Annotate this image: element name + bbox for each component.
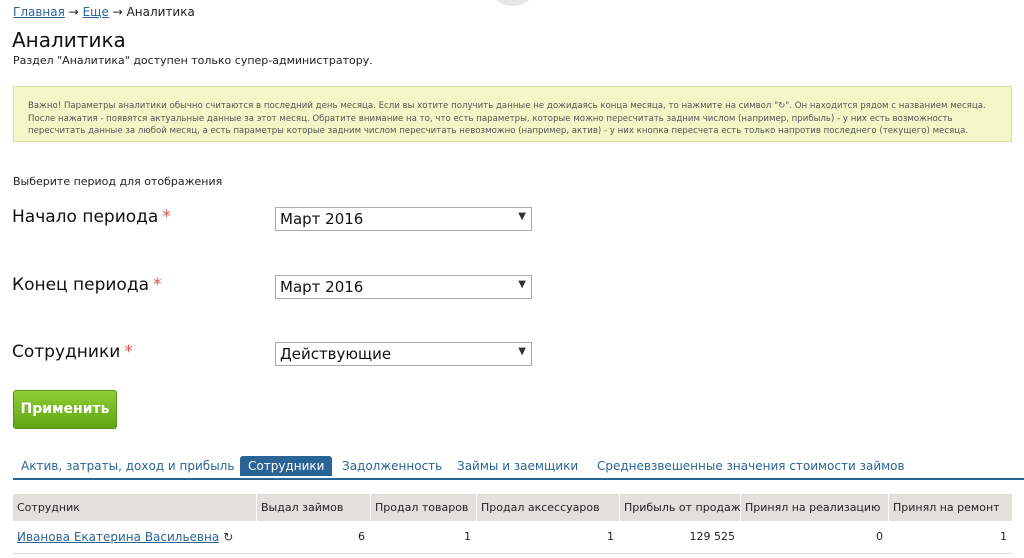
end-period-select[interactable]: Март 2016 ▼ bbox=[275, 275, 532, 299]
chevron-down-icon: ▼ bbox=[518, 346, 526, 357]
chevron-down-icon: ▼ bbox=[518, 211, 526, 222]
end-period-label-text: Конец периода bbox=[12, 275, 150, 295]
required-mark: * bbox=[124, 342, 133, 362]
info-notice: Важно! Параметры аналитики обычно считаю… bbox=[13, 86, 1012, 142]
start-period-label: Начало периода * bbox=[12, 207, 171, 227]
breadcrumb-home-link[interactable]: Главная bbox=[13, 5, 65, 19]
tab-employees[interactable]: Сотрудники bbox=[240, 456, 333, 476]
start-period-label-text: Начало периода bbox=[12, 207, 159, 227]
column-header-repair[interactable]: Принял на ремонт bbox=[888, 494, 1012, 521]
employee-link[interactable]: Иванова Екатерина Васильевна bbox=[17, 530, 219, 544]
cell-goods: 1 bbox=[464, 530, 471, 543]
staff-label: Сотрудники * bbox=[12, 342, 133, 362]
breadcrumb-separator: → bbox=[68, 5, 79, 19]
column-header-loans[interactable]: Выдал займов bbox=[256, 494, 370, 521]
column-header-employee[interactable]: Сотрудник bbox=[13, 494, 256, 521]
required-mark: * bbox=[162, 207, 171, 227]
page-subtitle: Раздел "Аналитика" доступен только супер… bbox=[13, 54, 373, 67]
column-header-profit[interactable]: Прибыль от продаж bbox=[619, 494, 741, 521]
cell-consignment: 0 bbox=[876, 530, 883, 543]
table-header: Сотрудник Выдал займов Продал товаров Пр… bbox=[13, 494, 1012, 521]
cell-profit: 129 525 bbox=[689, 530, 736, 543]
breadcrumb-separator: → bbox=[112, 5, 123, 19]
staff-label-text: Сотрудники bbox=[12, 342, 121, 362]
tab-loans-borrowers[interactable]: Займы и заемщики bbox=[449, 456, 586, 476]
cell-repair: 1 bbox=[1000, 530, 1007, 543]
tab-debt[interactable]: Задолженность bbox=[334, 456, 450, 476]
breadcrumb: Главная → Еще → Аналитика bbox=[13, 5, 195, 19]
start-period-select[interactable]: Март 2016 ▼ bbox=[275, 207, 532, 231]
period-hint: Выберите период для отображения bbox=[13, 175, 223, 188]
table-row: Иванова Екатерина Васильевна ↻ 6 1 1 129 … bbox=[13, 521, 1012, 554]
column-header-accessories[interactable]: Продал аксессуаров bbox=[476, 494, 619, 521]
required-mark: * bbox=[153, 275, 162, 295]
chevron-down-icon: ▼ bbox=[518, 279, 526, 290]
end-period-label: Конец периода * bbox=[12, 275, 162, 295]
top-decoration bbox=[487, 0, 539, 6]
breadcrumb-more-link[interactable]: Еще bbox=[83, 5, 109, 19]
cell-employee: Иванова Екатерина Васильевна ↻ bbox=[17, 521, 256, 553]
apply-button[interactable]: Применить bbox=[13, 390, 117, 429]
tab-assets-costs-income-profit[interactable]: Актив, затраты, доход и прибыль bbox=[13, 456, 242, 476]
staff-select[interactable]: Действующие ▼ bbox=[275, 342, 532, 366]
end-period-value: Март 2016 bbox=[280, 278, 364, 296]
column-header-goods[interactable]: Продал товаров bbox=[370, 494, 476, 521]
tab-bar: Актив, затраты, доход и прибыль Сотрудни… bbox=[13, 454, 1024, 480]
cell-accessories: 1 bbox=[607, 530, 614, 543]
breadcrumb-current: Аналитика bbox=[126, 5, 195, 19]
column-header-consignment[interactable]: Принял на реализацию bbox=[740, 494, 888, 521]
start-period-value: Март 2016 bbox=[280, 210, 364, 228]
reload-icon[interactable]: ↻ bbox=[223, 530, 233, 544]
cell-loans: 6 bbox=[358, 530, 365, 543]
notice-text: Важно! Параметры аналитики обычно считаю… bbox=[28, 101, 986, 137]
page-title: Аналитика bbox=[12, 28, 126, 52]
staff-value: Действующие bbox=[280, 345, 392, 363]
tab-weighted-loan-cost[interactable]: Средневзвешенные значения стоимости займ… bbox=[589, 456, 913, 476]
